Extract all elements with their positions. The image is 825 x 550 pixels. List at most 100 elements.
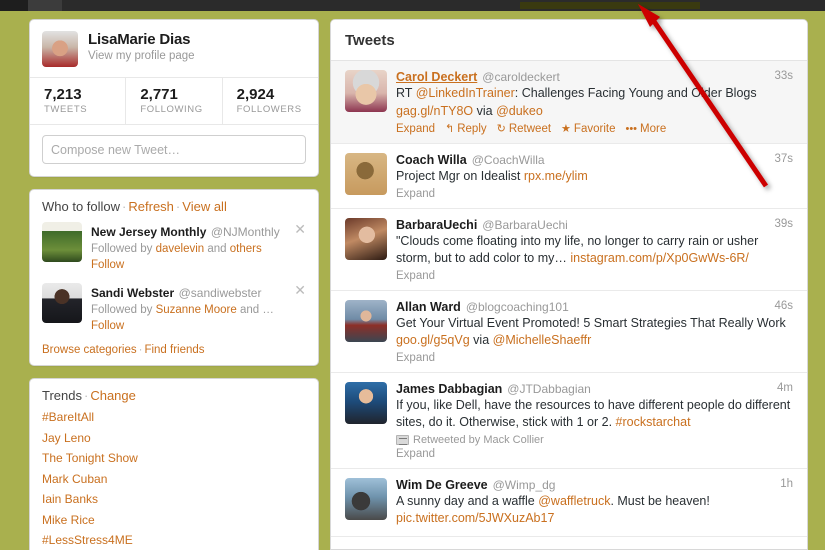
tweet-text-part: via <box>473 103 497 118</box>
suggestion-avatar[interactable] <box>42 222 82 262</box>
tweet-item[interactable]: James Dabbagian @JTDabbagian 4m If you, … <box>331 372 807 469</box>
stat-following[interactable]: 2,771 FOLLOWING <box>125 78 221 124</box>
expand-action[interactable]: Expand <box>396 448 435 460</box>
trend-link[interactable]: Iain Banks <box>42 492 98 506</box>
tweet-author-name[interactable]: Carol Deckert <box>396 70 477 84</box>
timeline-header: Tweets <box>331 20 807 61</box>
tweet-avatar[interactable] <box>345 217 387 260</box>
favorite-action[interactable]: ★ Favorite <box>561 122 615 136</box>
expand-action[interactable]: Expand <box>396 123 435 135</box>
trend-link[interactable]: Jay Leno <box>42 431 91 445</box>
trend-link[interactable]: Mike Rice <box>42 513 95 527</box>
tweet-avatar[interactable] <box>345 153 387 195</box>
expand-action[interactable]: Expand <box>396 352 435 364</box>
trend-link[interactable]: #LessStress4ME <box>42 533 133 547</box>
tweet-text-part: . Must be heaven! <box>610 493 710 508</box>
ellipsis-icon: ••• <box>625 122 638 135</box>
tweet-author-name[interactable]: Allan Ward <box>396 300 461 314</box>
who-to-follow-card: Who to follow · Refresh · View all New Jerse… <box>29 189 319 366</box>
tweet-item[interactable]: Carol Deckert @caroldeckert 33s RT @Link… <box>331 61 807 144</box>
find-friends-link[interactable]: Find friends <box>144 344 204 356</box>
tweet-mention[interactable]: @LinkedInTrainer <box>416 86 515 100</box>
suggestion-name[interactable]: New Jersey Monthly <box>91 225 206 239</box>
followed-by-user[interactable]: davelevin <box>156 243 205 255</box>
tweet-author-handle[interactable]: @caroldeckert <box>482 70 560 84</box>
profile-name[interactable]: LisaMarie Dias <box>88 31 195 48</box>
refresh-link[interactable]: Refresh <box>128 199 174 214</box>
tweet-author-handle[interactable]: @BarbaraUechi <box>482 218 568 232</box>
suggestion-handle[interactable]: @NJMonthly <box>211 225 280 239</box>
who-to-follow-header: Who to follow · Refresh · View all <box>30 190 318 220</box>
tweet-author-name[interactable]: James Dabbagian <box>396 382 502 396</box>
suggestion-name[interactable]: Sandi Webster <box>91 286 174 300</box>
compose-tweet-input[interactable] <box>42 135 306 164</box>
tweet-item[interactable]: BarbaraUechi @BarbaraUechi 39s "Clouds c… <box>331 208 807 291</box>
tweet-author-handle[interactable]: @Wimp_dg <box>493 478 556 492</box>
followed-by-others[interactable]: others <box>230 243 262 255</box>
separator-dot: · <box>83 388 89 403</box>
tweet-author-handle[interactable]: @CoachWilla <box>472 153 545 167</box>
more-action[interactable]: ••• More <box>625 123 666 135</box>
reply-label: Reply <box>457 122 487 135</box>
profile-view-link[interactable]: View my profile page <box>88 49 195 64</box>
separator-dot: · <box>175 199 181 214</box>
tweet-text: If you, like Dell, have the resources to… <box>396 397 793 432</box>
tweet-timestamp[interactable]: 46s <box>774 300 793 312</box>
tweet-author-name[interactable]: Coach Willa <box>396 153 467 167</box>
tweet-timestamp[interactable]: 37s <box>774 153 793 165</box>
tweet-item[interactable]: Coach Willa @CoachWilla 37s Project Mgr … <box>331 144 807 209</box>
tweet-item[interactable]: Wim De Greeve @Wimp_dg 1h A sunny day an… <box>331 468 807 537</box>
tweet-link[interactable]: instagram.com/p/Xp0GwWs-6R/ <box>567 251 749 265</box>
trend-link[interactable]: The Tonight Show <box>42 451 138 465</box>
expand-action[interactable]: Expand <box>396 270 435 282</box>
tweet-author-handle[interactable]: @JTDabbagian <box>507 382 591 396</box>
tweet-avatar[interactable] <box>345 477 387 520</box>
tweet-timestamp[interactable]: 39s <box>774 218 793 230</box>
tweet-link[interactable]: gag.gl/nTY8O <box>396 104 473 118</box>
tweet-avatar[interactable] <box>345 70 387 112</box>
follow-button[interactable]: Follow <box>91 320 124 332</box>
tweet-avatar[interactable] <box>345 299 387 342</box>
tweet-link[interactable]: pic.twitter.com/5JWXuzAb17 <box>396 511 554 525</box>
tweet-item[interactable]: Allan Ward @blogcoaching101 46s Get Your… <box>331 290 807 373</box>
tweet-author-name[interactable]: BarbaraUechi <box>396 218 477 232</box>
tweet-text-part: Project Mgr on Idealist <box>396 169 524 183</box>
tweet-text: A sunny day and a waffle @waffletruck. M… <box>396 493 793 528</box>
retweet-action[interactable]: ↻ Retweet <box>497 122 551 136</box>
follow-button[interactable]: Follow <box>91 259 124 271</box>
tweet-mention[interactable]: @MichelleShaeffr <box>493 333 592 347</box>
reply-action[interactable]: ↰ Reply <box>445 122 487 136</box>
profile-summary[interactable]: LisaMarie Dias View my profile page <box>30 20 318 77</box>
tweet-mention[interactable]: @dukeo <box>496 104 543 118</box>
tweet-author-handle[interactable]: @blogcoaching101 <box>466 300 569 314</box>
view-all-link[interactable]: View all <box>182 199 227 214</box>
dismiss-suggestion-icon[interactable]: ✕ <box>294 283 306 297</box>
trend-link[interactable]: #BareItAll <box>42 410 94 424</box>
reply-icon: ↰ <box>445 123 455 135</box>
stat-tweets[interactable]: 7,213 TWEETS <box>30 78 125 124</box>
tweet-timestamp[interactable]: 33s <box>774 70 793 82</box>
tweet-mention[interactable]: @waffletruck <box>538 494 610 508</box>
tweet-link[interactable]: rpx.me/ylim <box>524 169 588 183</box>
tweet-avatar[interactable] <box>345 381 387 424</box>
expand-action[interactable]: Expand <box>396 188 435 200</box>
suggestion-avatar[interactable] <box>42 283 82 323</box>
browse-categories-link[interactable]: Browse categories <box>42 344 137 356</box>
tweet-author-name[interactable]: Wim De Greeve <box>396 478 488 492</box>
profile-avatar[interactable] <box>42 31 78 67</box>
browser-chrome-bar <box>0 0 825 11</box>
tweet-timestamp[interactable]: 1h <box>780 478 793 490</box>
tweet-link[interactable]: goo.gl/g5qVg <box>396 333 470 347</box>
tweet-hashtag[interactable]: #rockstarchat <box>616 415 691 429</box>
trend-link[interactable]: Mark Cuban <box>42 472 107 486</box>
followed-by-user[interactable]: Suzanne Moore <box>156 304 237 316</box>
change-trends-link[interactable]: Change <box>90 388 136 403</box>
retweeted-by-row: Retweeted by Mack Collier <box>396 434 793 446</box>
stat-followers[interactable]: 2,924 FOLLOWERS <box>221 78 318 124</box>
trend-item: #BareItAll <box>30 407 318 428</box>
tweet-timestamp[interactable]: 4m <box>777 382 793 394</box>
timeline-panel: Tweets Carol Deckert @caroldeckert 33s R… <box>330 19 808 550</box>
suggestion-handle[interactable]: @sandiwebster <box>179 286 262 300</box>
dismiss-suggestion-icon[interactable]: ✕ <box>294 222 306 236</box>
tweet-actions: Expand ↰ Reply ↻ Retweet ★ Favorite ••• More <box>396 122 793 136</box>
